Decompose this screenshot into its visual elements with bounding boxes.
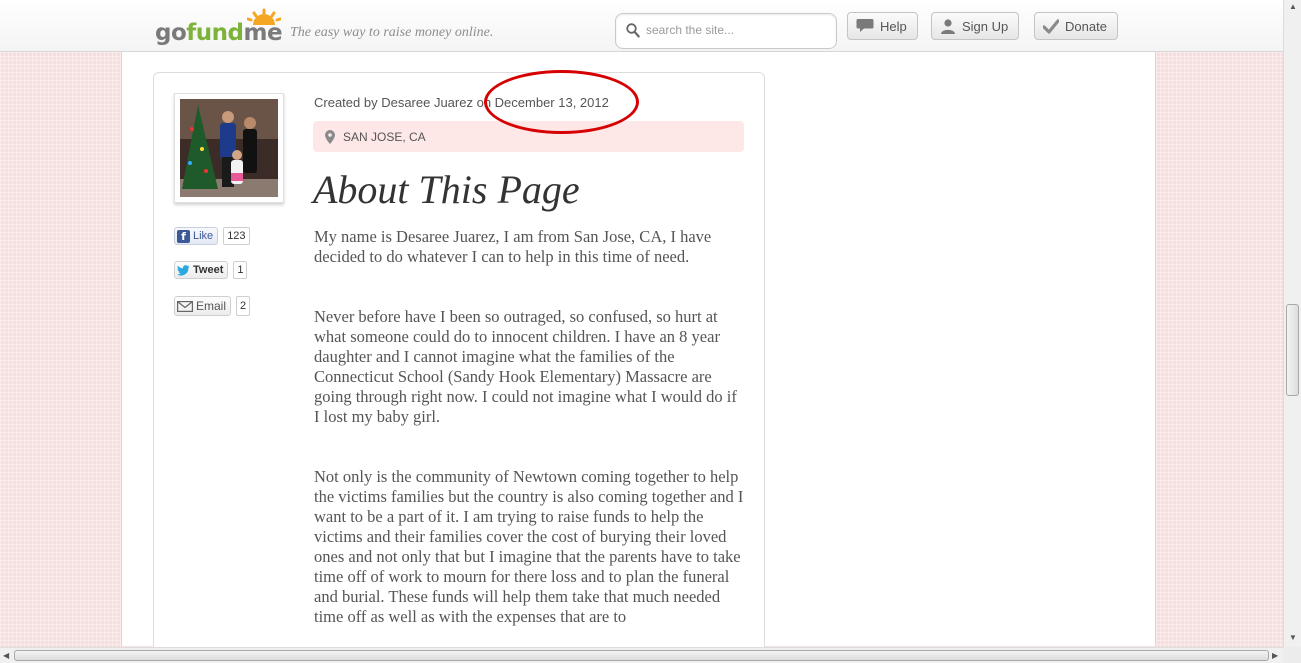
donate-label: Donate	[1065, 18, 1107, 34]
search-icon	[626, 23, 640, 38]
tweet-count: 1	[233, 261, 248, 279]
site-tagline: The easy way to raise money online.	[290, 25, 494, 40]
map-pin-icon	[325, 129, 335, 144]
campaign-photo[interactable]	[174, 93, 284, 203]
donate-button[interactable]: Donate	[1034, 12, 1118, 40]
email-share-widget: Email 2	[174, 296, 251, 316]
horizontal-scroll-thumb[interactable]	[14, 650, 1269, 661]
twitter-bird-icon	[177, 264, 190, 276]
logo-wordmark: gofundme	[155, 20, 283, 46]
site-header: gofundme The easy way to raise money onl…	[0, 0, 1283, 52]
story-paragraph: Not only is the community of Newtown com…	[314, 467, 744, 626]
checkmark-icon	[1043, 19, 1059, 34]
like-count: 123	[223, 227, 250, 245]
facebook-like-button[interactable]: f Like	[174, 227, 219, 245]
scroll-right-arrow-icon[interactable]: ▶	[1272, 652, 1278, 660]
scrollbar-corner	[1283, 647, 1301, 663]
horizontal-scrollbar[interactable]: ◀ ▶	[0, 647, 1283, 663]
vertical-scroll-thumb[interactable]	[1286, 304, 1299, 396]
envelope-icon	[177, 300, 193, 312]
scroll-up-arrow-icon[interactable]: ▲	[1289, 3, 1297, 11]
sign-up-button[interactable]: Sign Up	[931, 12, 1020, 40]
tweet-widget: Tweet 1	[174, 261, 248, 279]
location-bar: SAN JOSE, CA	[313, 121, 744, 152]
tweet-label: Tweet	[193, 264, 224, 276]
facebook-like-widget: f Like 123	[174, 227, 250, 245]
email-label: Email	[196, 299, 227, 313]
family-photo	[180, 99, 278, 197]
created-by-text: Created by Desaree Juarez on	[314, 95, 495, 110]
user-icon	[941, 19, 955, 34]
page-title: About This Page	[313, 167, 580, 212]
like-label: Like	[193, 230, 214, 242]
story-paragraph: Never before have I been so outraged, so…	[314, 307, 737, 426]
facebook-icon: f	[177, 229, 190, 243]
campaign-story: My name is Desaree Juarez, I am from San…	[314, 227, 744, 646]
tweet-button[interactable]: Tweet	[174, 261, 229, 279]
sign-up-label: Sign Up	[962, 18, 1009, 34]
help-button[interactable]: Help	[847, 12, 918, 40]
created-by-line: Created by Desaree Juarez on December 13…	[314, 95, 609, 110]
location-text: SAN JOSE, CA	[343, 129, 426, 144]
vertical-scrollbar[interactable]: ▲ ▼	[1283, 0, 1301, 647]
gofundme-logo[interactable]: gofundme	[155, 8, 285, 48]
speech-bubble-icon	[856, 19, 874, 32]
scroll-down-arrow-icon[interactable]: ▼	[1289, 634, 1297, 642]
story-paragraph: My name is Desaree Juarez, I am from San…	[314, 227, 712, 266]
help-label: Help	[880, 18, 907, 34]
search-box[interactable]	[615, 13, 837, 49]
email-share-button[interactable]: Email	[174, 296, 232, 316]
scroll-left-arrow-icon[interactable]: ◀	[3, 652, 9, 660]
email-count: 2	[236, 296, 251, 316]
created-date: December 13, 2012	[494, 95, 609, 110]
search-input[interactable]	[646, 21, 831, 39]
